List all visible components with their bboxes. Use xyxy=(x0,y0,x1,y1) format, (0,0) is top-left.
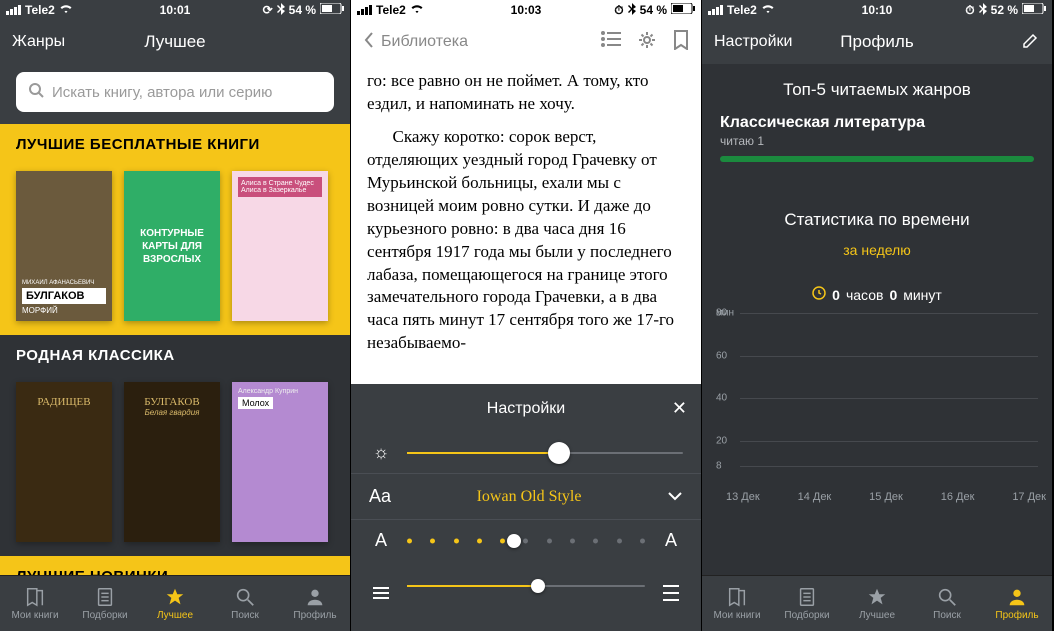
bluetooth-icon xyxy=(277,3,285,18)
chevron-down-icon xyxy=(667,488,683,506)
search-placeholder: Искать книгу, автора или серию xyxy=(52,84,272,101)
tab-Профиль[interactable]: Профиль xyxy=(280,576,350,631)
tab-Мои книги[interactable]: Мои книги xyxy=(0,576,70,631)
stats-chart: мин820406080 xyxy=(716,313,1038,483)
status-time: 10:03 xyxy=(511,3,542,17)
panel-title: Настройки xyxy=(487,400,565,417)
status-bar: Tele2 10:01 ⟳ 54 % xyxy=(0,0,350,20)
brightness-slider[interactable] xyxy=(407,452,683,454)
screen-best: Tele2 10:01 ⟳ 54 % Жанры Лучшее Искать к… xyxy=(0,0,351,631)
carrier: Tele2 xyxy=(376,3,406,17)
close-icon[interactable]: ✕ xyxy=(672,398,687,419)
loading-icon: ⟳ xyxy=(263,3,273,17)
reader-settings-panel: Настройки ✕ ☼ Aa Iowan Old Style A A xyxy=(351,384,701,631)
chart-xaxis: 13 Дек14 Дек15 Дек16 Дек17 Дек xyxy=(702,483,1052,503)
back-button[interactable]: Библиотека xyxy=(363,31,468,54)
tab-Лучшее[interactable]: Лучшее xyxy=(842,576,912,631)
nav-bar: Настройки Профиль xyxy=(702,20,1052,64)
battery-icon xyxy=(320,3,344,17)
tab-bar: Мои книгиПодборкиЛучшееПоискПрофиль xyxy=(702,575,1052,631)
font-aa-icon: Aa xyxy=(369,486,391,507)
carrier: Tele2 xyxy=(727,3,757,17)
stats-period[interactable]: за неделю xyxy=(702,242,1052,258)
stats-total: 0 часов 0 минут xyxy=(702,286,1052,303)
linespacing-icon-large xyxy=(659,571,683,601)
battery-icon xyxy=(671,3,695,17)
reader-nav: Библиотека xyxy=(351,20,701,64)
tab-Подборки[interactable]: Подборки xyxy=(772,576,842,631)
book-card[interactable]: МИХАИЛ АФАНАСЬЕВИЧ БУЛГАКОВ МОРФИЙ xyxy=(16,171,112,321)
section-free-hdr: ЛУЧШИЕ БЕСПЛАТНЫЕ КНИГИ xyxy=(0,124,350,161)
book-card[interactable]: РАДИЩЕВ xyxy=(16,382,112,542)
nav-genres[interactable]: Жанры xyxy=(12,33,65,51)
tab-Поиск[interactable]: Поиск xyxy=(912,576,982,631)
edit-icon[interactable] xyxy=(1022,31,1040,54)
genre-name: Классическая литература xyxy=(720,114,1034,132)
carrier: Tele2 xyxy=(25,3,55,17)
stats-header: Статистика по времени xyxy=(702,180,1052,242)
genre-progress xyxy=(720,156,1034,162)
alarm-icon: ⏱ xyxy=(614,3,623,18)
status-time: 10:01 xyxy=(160,3,191,17)
wifi-icon xyxy=(761,3,775,17)
status-bar: Tele2 10:03 ⏱ 54 % xyxy=(351,0,701,20)
fontsize-slider[interactable] xyxy=(407,540,645,542)
tab-Подборки[interactable]: Подборки xyxy=(70,576,140,631)
status-bar: Tele2 10:10 ⏱ 52 % xyxy=(702,0,1052,20)
chevron-left-icon xyxy=(363,31,375,54)
battery-pct: 54 % xyxy=(289,3,316,17)
book-card[interactable]: БУЛГАКОВ Белая гвардия xyxy=(124,382,220,542)
screen-profile: Tele2 10:10 ⏱ 52 % Настройки Профиль Топ… xyxy=(702,0,1053,631)
nav-settings[interactable]: Настройки xyxy=(714,33,792,51)
genre-sub: читаю 1 xyxy=(720,134,1034,148)
reader-text: го: все равно он не поймет. А тому, кто … xyxy=(367,70,685,116)
tab-Поиск[interactable]: Поиск xyxy=(210,576,280,631)
genre-card[interactable]: Классическая литература читаю 1 xyxy=(702,114,1052,180)
font-selector[interactable]: Aa Iowan Old Style xyxy=(351,473,701,520)
nav-title: Лучшее xyxy=(144,32,205,52)
screen-reader: Tele2 10:03 ⏱ 54 % Библиотека xyxy=(351,0,702,631)
tab-Лучшее[interactable]: Лучшее xyxy=(140,576,210,631)
battery-icon xyxy=(1022,3,1046,17)
toc-icon[interactable] xyxy=(601,30,621,55)
bookmark-icon[interactable] xyxy=(673,30,689,55)
tab-Мои книги[interactable]: Мои книги xyxy=(702,576,772,631)
wifi-icon xyxy=(410,3,424,17)
book-card[interactable]: КОНТУРНЫЕ КАРТЫ ДЛЯ ВЗРОСЛЫХ xyxy=(124,171,220,321)
search-input[interactable]: Искать книгу, автора или серию xyxy=(16,72,334,112)
wifi-icon xyxy=(59,3,73,17)
linespacing-slider[interactable] xyxy=(407,585,645,587)
battery-pct: 54 % xyxy=(640,3,667,17)
reader-text: Скажу коротко: сорок верст, отделяющих у… xyxy=(367,126,685,355)
tab-Профиль[interactable]: Профиль xyxy=(982,576,1052,631)
reader-content[interactable]: го: все равно он не поймет. А тому, кто … xyxy=(351,64,701,384)
nav-bar: Жанры Лучшее xyxy=(0,20,350,64)
alarm-icon: ⏱ xyxy=(965,3,974,18)
font-name: Iowan Old Style xyxy=(477,488,582,506)
top5-header: Топ-5 читаемых жанров xyxy=(702,64,1052,114)
battery-pct: 52 % xyxy=(991,3,1018,17)
shelf-area[interactable]: ЛУЧШИЕ БЕСПЛАТНЫЕ КНИГИ МИХАИЛ АФАНАСЬЕВ… xyxy=(0,124,350,575)
gear-icon[interactable] xyxy=(637,30,657,55)
section-classic-hdr: РОДНАЯ КЛАССИКА xyxy=(0,335,350,372)
fontsize-large-icon: A xyxy=(659,530,683,551)
signal-icon xyxy=(357,5,372,15)
brightness-icon: ☼ xyxy=(369,442,393,463)
book-card[interactable]: Алиса в Стране Чудес Алиса в Зазеркалье xyxy=(232,171,328,321)
status-time: 10:10 xyxy=(862,3,893,17)
bluetooth-icon xyxy=(628,3,636,18)
signal-icon xyxy=(6,5,21,15)
nav-title: Профиль xyxy=(840,32,913,52)
clock-icon xyxy=(812,286,826,303)
section-new-hdr: ЛУЧШИЕ НОВИНКИ xyxy=(0,556,350,575)
bluetooth-icon xyxy=(979,3,987,18)
signal-icon xyxy=(708,5,723,15)
search-icon xyxy=(28,82,44,102)
fontsize-small-icon: A xyxy=(369,530,393,551)
linespacing-icon xyxy=(369,573,393,599)
tab-bar: Мои книгиПодборкиЛучшееПоискПрофиль xyxy=(0,575,350,631)
book-card[interactable]: Александр Куприн Молох xyxy=(232,382,328,542)
